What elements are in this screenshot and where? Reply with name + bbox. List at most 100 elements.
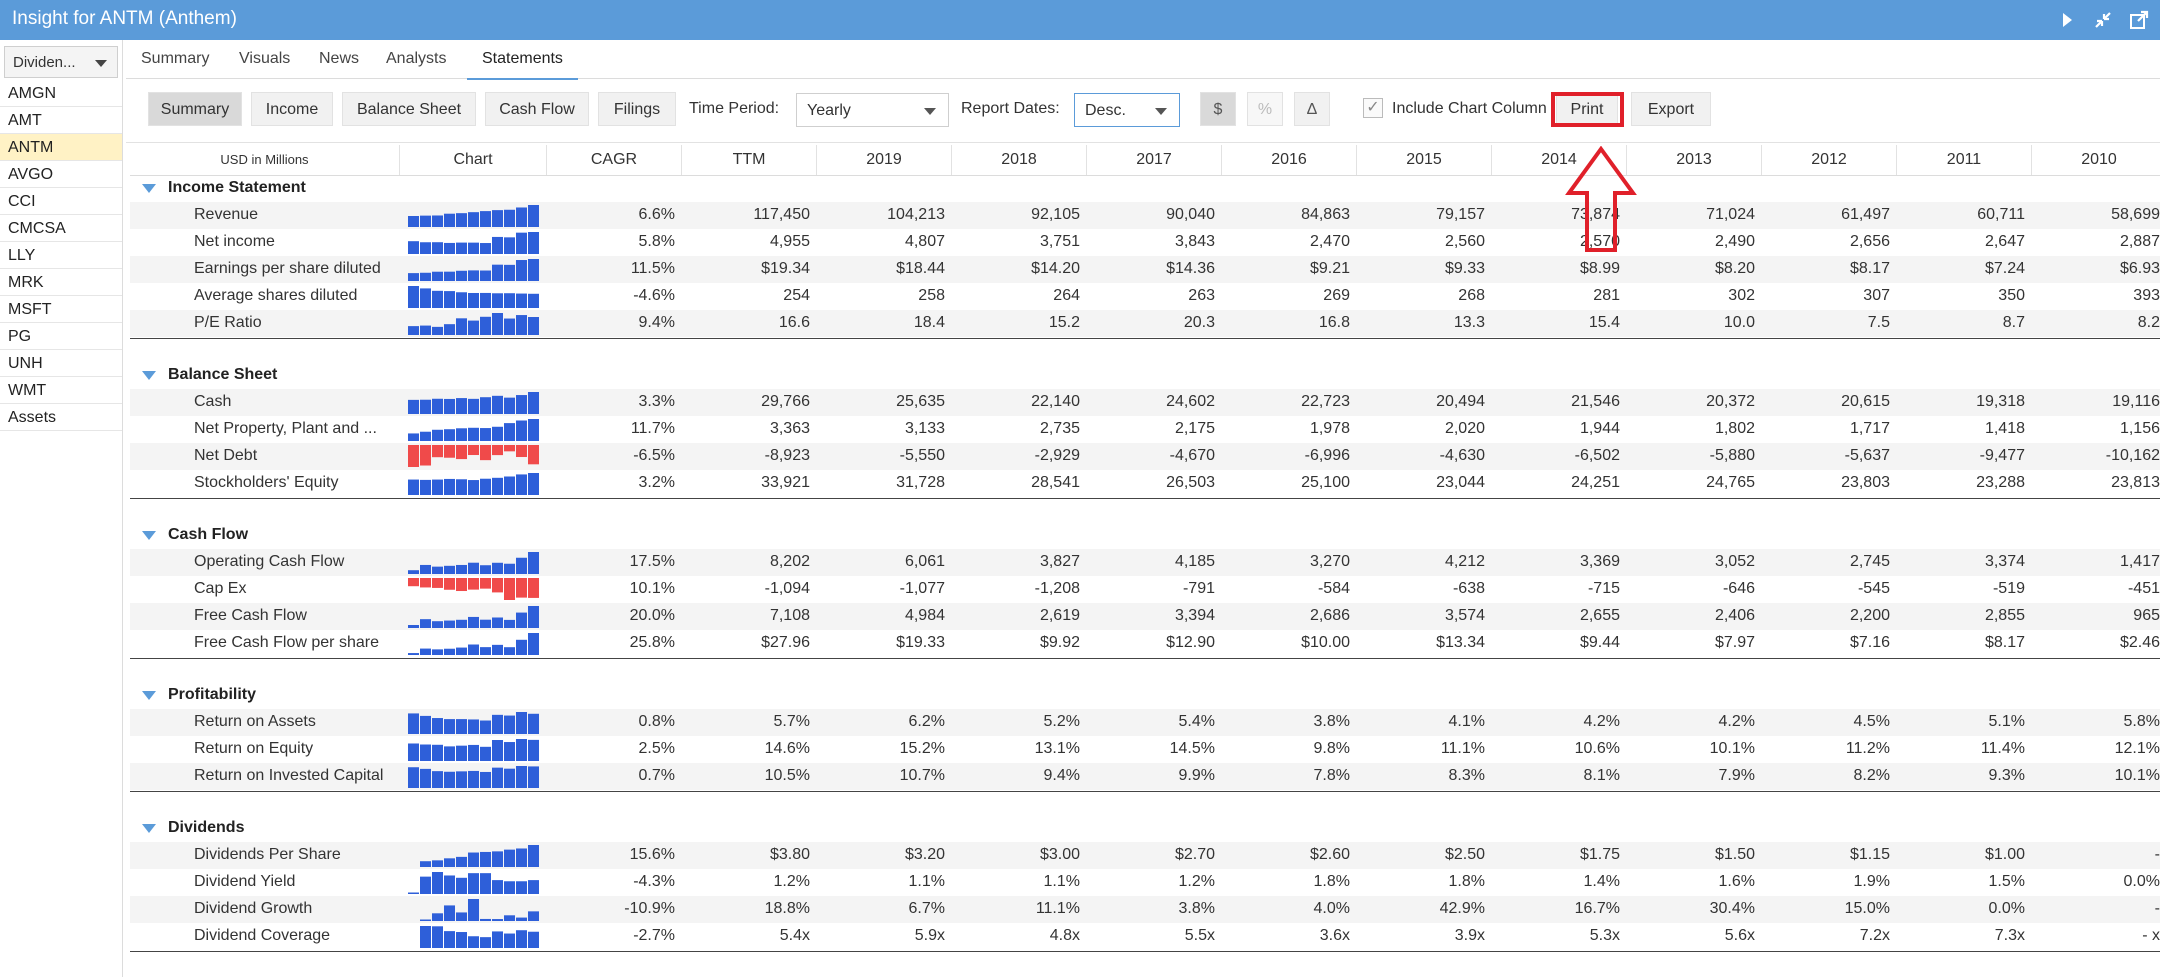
cagr-cell: 11.5% [630, 260, 675, 277]
table-row[interactable]: Net Debt -6.5% -8,923 -5,550 -2,929 -4,670 -6,… [130, 443, 2160, 470]
ticker-item[interactable]: AMT [0, 107, 122, 134]
section-header[interactable]: Income Statement [130, 175, 2160, 202]
include-chart-checkbox[interactable]: ✓ [1363, 98, 1383, 118]
column-header[interactable]: TTM [682, 145, 817, 175]
tab-visuals[interactable]: Visuals [224, 40, 305, 78]
dollar-mode-button[interactable]: $ [1200, 92, 1236, 126]
sparkline-bar [492, 264, 503, 281]
chevron-down-icon [924, 108, 936, 115]
table-row[interactable]: Cash 3.3% 29,766 25,635 22,140 24,602 22,723 20… [130, 389, 2160, 416]
column-header[interactable]: 2017 [1087, 145, 1222, 175]
row-label: Free Cash Flow per share [194, 634, 379, 651]
section-header[interactable]: Cash Flow [130, 522, 2160, 549]
ticker-item[interactable]: LLY [0, 242, 122, 269]
column-header[interactable]: 2015 [1357, 145, 1492, 175]
ticker-item[interactable]: MSFT [0, 296, 122, 323]
time-period-select[interactable]: Yearly [796, 93, 949, 127]
column-header[interactable]: 2013 [1627, 145, 1762, 175]
column-header[interactable]: 2012 [1762, 145, 1897, 175]
table-row[interactable]: Average shares diluted -4.6% 254 258 264 263 2… [130, 283, 2160, 310]
ticker-item[interactable]: ANTM [0, 134, 122, 161]
collapse-triangle-icon[interactable] [142, 184, 156, 193]
ticker-item[interactable]: AVGO [0, 161, 122, 188]
value-cell: 5.4x [779, 927, 810, 944]
cagr-cell: 5.8% [638, 233, 675, 250]
value-cell: $1.00 [1984, 846, 2025, 863]
table-row[interactable]: Net income 5.8% 4,955 4,807 3,751 3,843 2,470 2… [130, 229, 2160, 256]
section-header[interactable]: Dividends [130, 815, 2160, 842]
ticker-item[interactable]: WMT [0, 377, 122, 404]
ticker-item[interactable]: AMGN [0, 80, 122, 107]
table-row[interactable]: Dividends Per Share 15.6% $3.80 $3.20 $3.00 $… [130, 842, 2160, 869]
value-cell: 24,602 [1166, 393, 1215, 410]
section-header[interactable]: Balance Sheet [130, 362, 2160, 389]
value-cell: 3,574 [1444, 607, 1485, 624]
watchlist-dropdown[interactable]: Dividen... [4, 46, 118, 78]
value-cell: 302 [1728, 287, 1755, 304]
value-cell: 117,450 [753, 206, 810, 223]
column-header[interactable]: 2019 [817, 145, 952, 175]
collapse-icon[interactable] [2092, 9, 2114, 31]
sparkline-bar [468, 873, 479, 894]
ticker-item[interactable]: UNH [0, 350, 122, 377]
ticker-item[interactable]: PG [0, 323, 122, 350]
value-cell: 15.2% [899, 740, 945, 757]
summary-view-button[interactable]: Summary [148, 92, 242, 126]
report-dates-select[interactable]: Desc. [1074, 93, 1180, 127]
watchlist-value: Dividen... [13, 54, 76, 71]
ticker-item[interactable]: CMCSA [0, 215, 122, 242]
percent-mode-button[interactable]: % [1247, 92, 1283, 126]
ticker-item[interactable]: CCI [0, 188, 122, 215]
delta-mode-button[interactable]: Δ [1294, 92, 1330, 126]
table-row[interactable]: Stockholders' Equity 3.2% 33,921 31,728 28,5… [130, 470, 2160, 497]
column-header[interactable]: 2010 [2032, 145, 2160, 175]
income-view-button[interactable]: Income [251, 92, 333, 126]
collapse-triangle-icon[interactable] [142, 824, 156, 833]
export-button[interactable]: Export [1631, 92, 1711, 126]
filings-button[interactable]: Filings [598, 92, 676, 126]
tab-news[interactable]: News [304, 40, 374, 78]
table-row[interactable]: Dividend Growth -10.9% 18.8% 6.7% 11.1% 3.8% 4… [130, 896, 2160, 923]
table-row[interactable]: Dividend Yield -4.3% 1.2% 1.1% 1.1% 1.2% 1.8% 1… [130, 869, 2160, 896]
value-cell: 3,270 [1309, 553, 1350, 570]
table-row[interactable]: Net Property, Plant and ... 11.7% 3,363 3,1… [130, 416, 2160, 443]
sparkline-bar [456, 719, 467, 734]
table-row[interactable]: Cap Ex 10.1% -1,094 -1,077 -1,208 -791 -584 -63… [130, 576, 2160, 603]
row-label: Average shares diluted [194, 287, 358, 304]
collapse-triangle-icon[interactable] [142, 371, 156, 380]
value-cell: 30.4% [1709, 900, 1755, 917]
balance-sheet-view-button[interactable]: Balance Sheet [342, 92, 476, 126]
value-cell: 1.6% [1718, 873, 1755, 890]
column-header[interactable]: 2016 [1222, 145, 1357, 175]
sparkline-bar [468, 770, 479, 788]
value-cell: 2,656 [1849, 233, 1890, 250]
cash-flow-view-button[interactable]: Cash Flow [485, 92, 589, 126]
popout-icon[interactable] [2128, 9, 2150, 31]
column-header[interactable]: 2018 [952, 145, 1087, 175]
sparkline-bar [516, 293, 527, 308]
tab-summary[interactable]: Summary [126, 40, 224, 78]
tab-statements[interactable]: Statements [467, 40, 578, 80]
expand-right-icon[interactable] [2056, 9, 2078, 31]
table-row[interactable]: Dividend Coverage -2.7% 5.4x 5.9x 4.8x 5.5x 3.… [130, 923, 2160, 950]
ticker-item[interactable]: MRK [0, 269, 122, 296]
table-row[interactable]: Free Cash Flow per share 25.8% $27.96 $19.3… [130, 630, 2160, 657]
table-row[interactable]: Revenue 6.6% 117,450 104,213 92,105 90,040 84,… [130, 202, 2160, 229]
collapse-triangle-icon[interactable] [142, 531, 156, 540]
collapse-triangle-icon[interactable] [142, 691, 156, 700]
table-row[interactable]: Free Cash Flow 20.0% 7,108 4,984 2,619 3,394 2… [130, 603, 2160, 630]
value-cell: 1.2% [1178, 873, 1215, 890]
table-row[interactable]: Operating Cash Flow 17.5% 8,202 6,061 3,827 4… [130, 549, 2160, 576]
sparkline-chart [408, 419, 539, 441]
table-row[interactable]: Return on Equity 2.5% 14.6% 15.2% 13.1% 14.5%… [130, 736, 2160, 763]
table-row[interactable]: Earnings per share diluted 11.5% $19.34 $18… [130, 256, 2160, 283]
table-row[interactable]: P/E Ratio 9.4% 16.6 18.4 15.2 20.3 16.8 13.3 15.… [130, 310, 2160, 337]
value-cell: 58,699 [2111, 206, 2160, 223]
section-header[interactable]: Profitability [130, 682, 2160, 709]
value-cell: 2,560 [1444, 233, 1485, 250]
column-header[interactable]: 2011 [1897, 145, 2032, 175]
tab-analysts[interactable]: Analysts [371, 40, 461, 78]
table-row[interactable]: Return on Assets 0.8% 5.7% 6.2% 5.2% 5.4% 3.8%… [130, 709, 2160, 736]
table-row[interactable]: Return on Invested Capital 0.7% 10.5% 10.7%… [130, 763, 2160, 790]
ticker-item[interactable]: Assets [0, 404, 122, 431]
